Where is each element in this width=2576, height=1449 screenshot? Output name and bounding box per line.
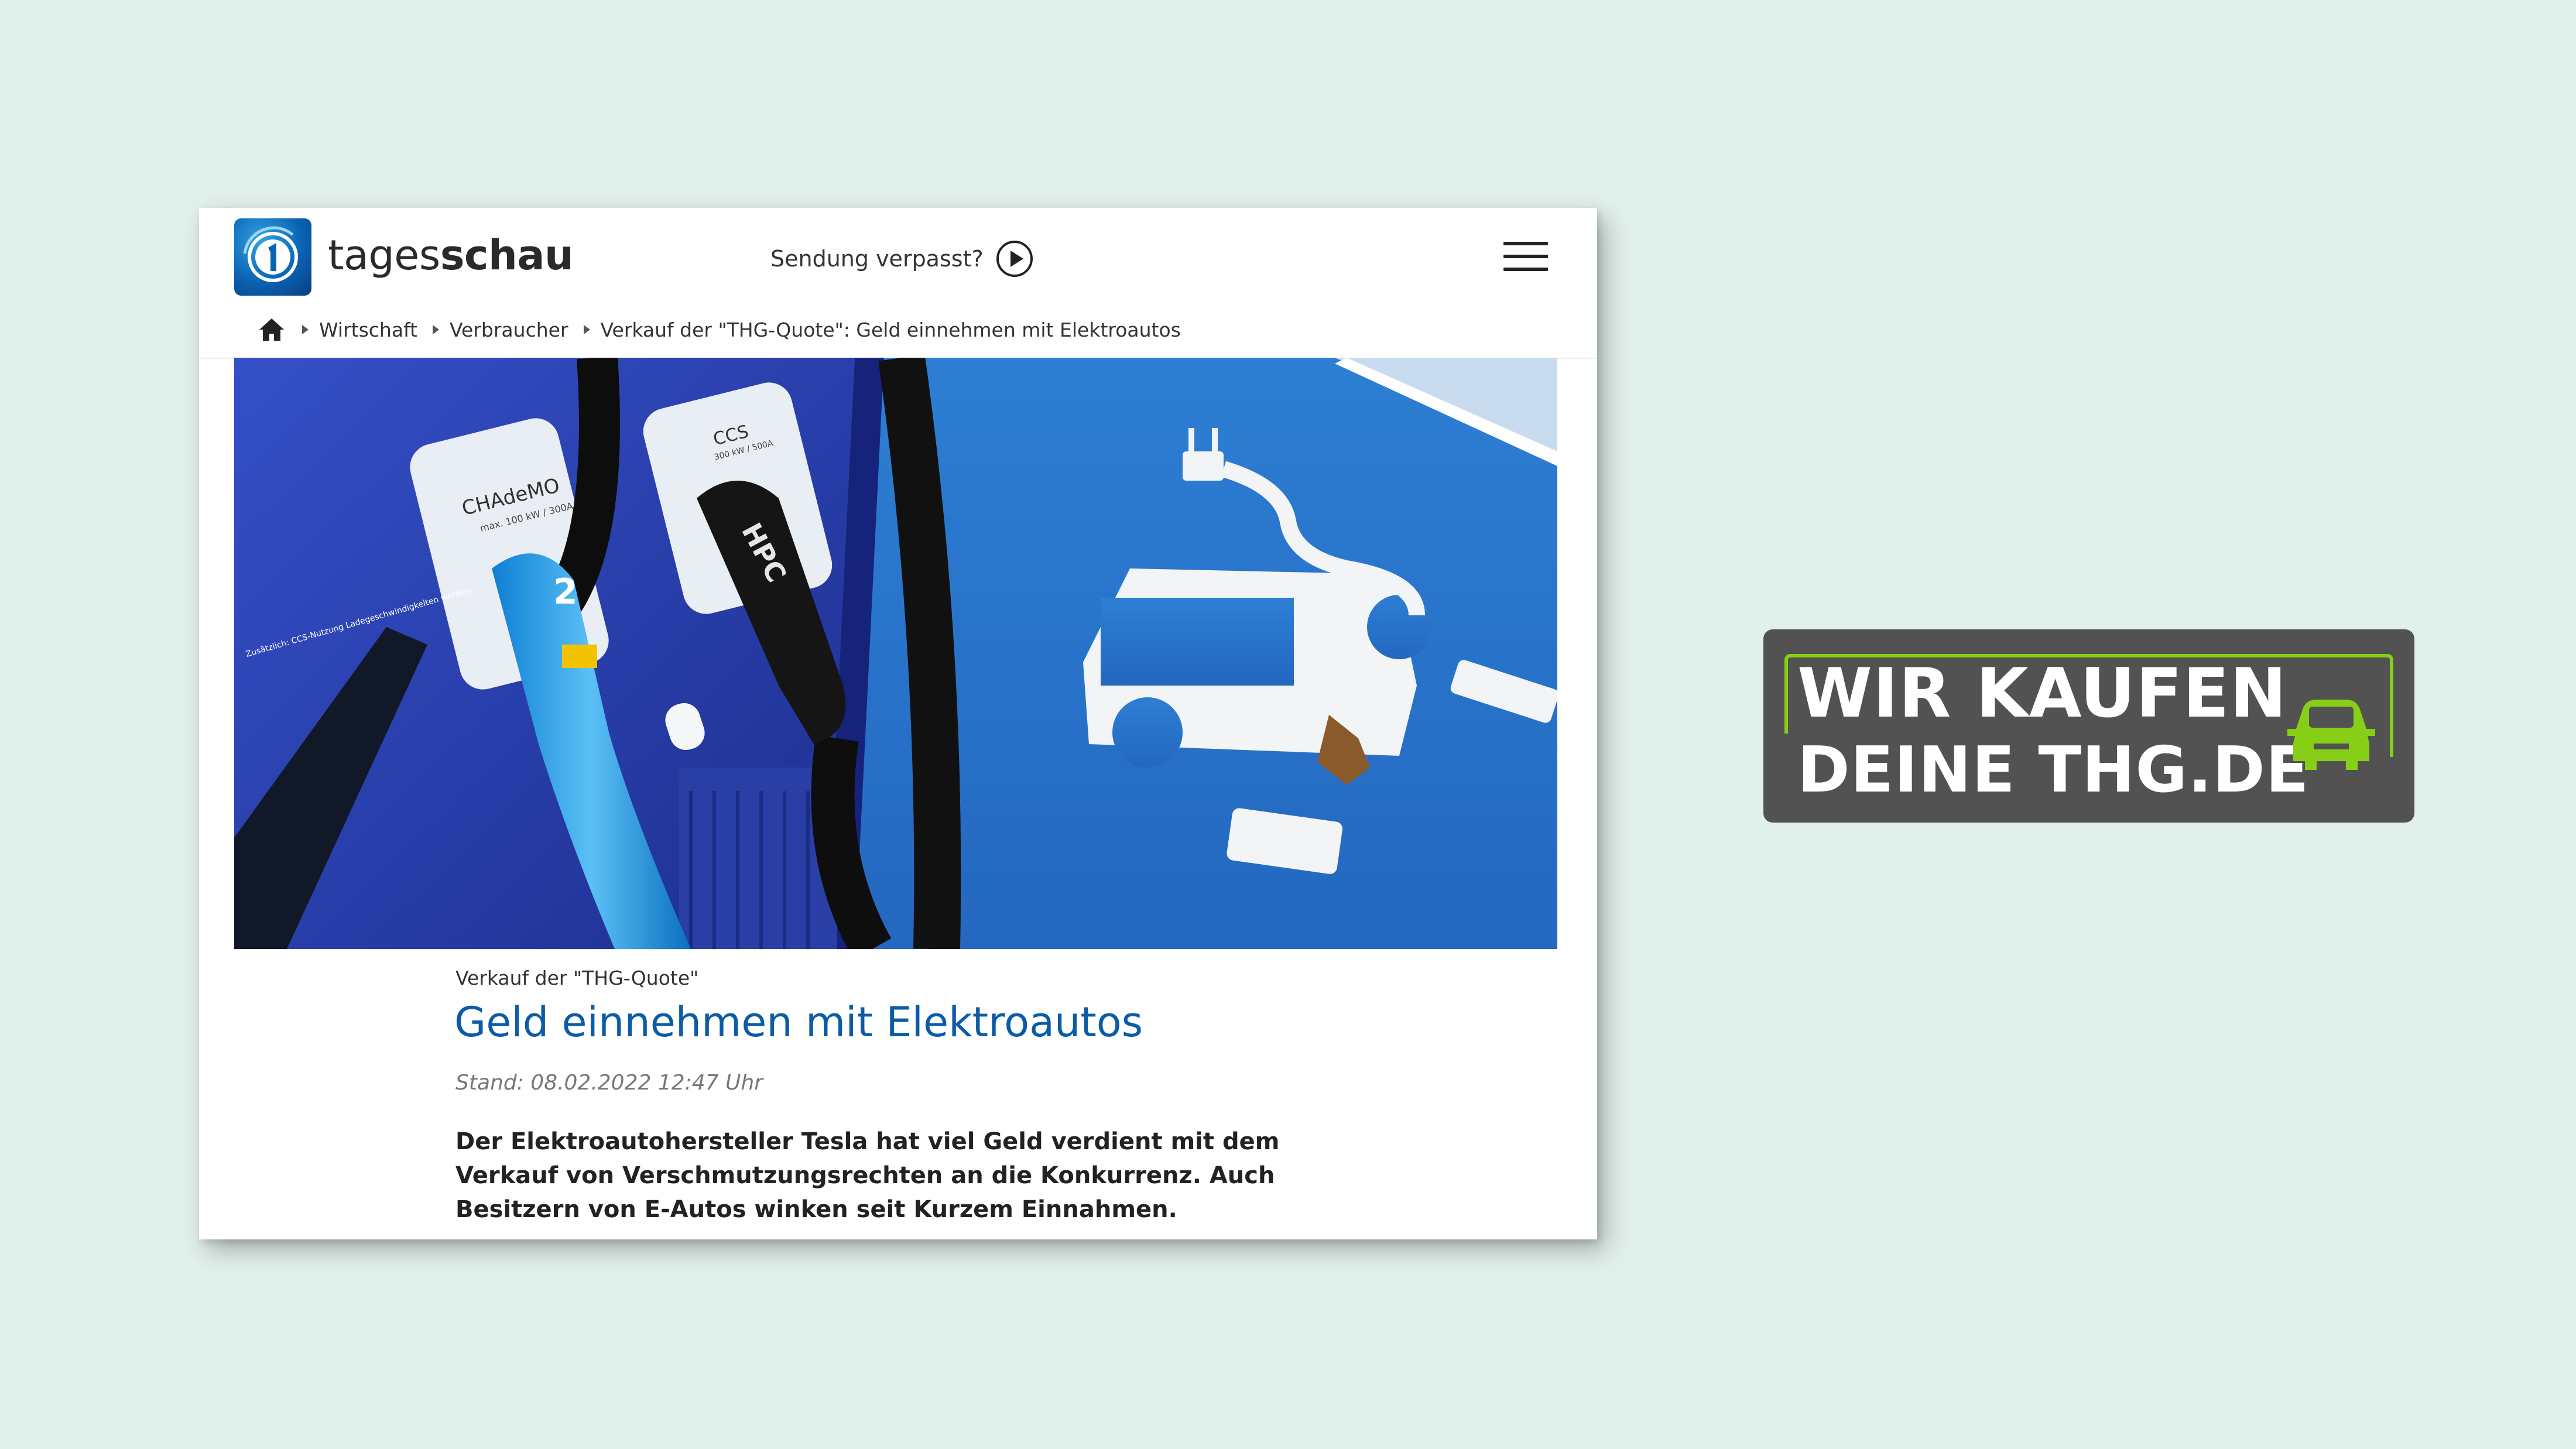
ard-one-logo-icon[interactable] (234, 218, 311, 296)
promo-line-1: WIR KAUFEN (1797, 654, 2287, 733)
article-card: tagesschau Sendung verpasst? Wirtschaft … (199, 208, 1597, 1239)
article-photo: CHAdeMO max. 100 kW / 300A CCS 300 kW / … (234, 358, 1557, 949)
play-circle-icon (996, 241, 1033, 277)
missed-show-link[interactable]: Sendung verpasst? (770, 241, 1033, 277)
home-icon[interactable] (258, 317, 286, 342)
article-kicker: Verkauf der "THG-Quote" (455, 967, 699, 989)
article-headline[interactable]: Geld einnehmen mit Elektroautos (454, 998, 1143, 1046)
breadcrumb-label: Wirtschaft (319, 318, 418, 341)
site-header: tagesschau Sendung verpasst? Wirtschaft … (199, 208, 1597, 359)
hamburger-menu-icon[interactable] (1503, 242, 1548, 272)
breadcrumb-label: Verbraucher (450, 318, 568, 341)
car-icon (2287, 700, 2375, 770)
article-lead: Der Elektroautohersteller Tesla hat viel… (455, 1128, 1280, 1223)
missed-show-label: Sendung verpasst? (770, 246, 984, 272)
brand-logo[interactable]: tagesschau (328, 231, 574, 279)
promo-line-2: DEINE THG.DE (1797, 734, 2310, 807)
brand-bold-text: schau (440, 231, 574, 279)
breadcrumb-item-wirtschaft[interactable]: Wirtschaft (302, 318, 417, 341)
brand-light-text: tages (328, 231, 440, 279)
breadcrumb-label: Verkauf der "THG-Quote": Geld einnehmen … (600, 318, 1181, 341)
breadcrumb: Wirtschaft Verbraucher Verkauf der "THG-… (258, 317, 1196, 342)
promo-badge[interactable]: WIR KAUFEN DEINE THG.DE (1763, 629, 2414, 823)
breadcrumb-item-article[interactable]: Verkauf der "THG-Quote": Geld einnehmen … (583, 318, 1181, 341)
charging-station-illustration: CHAdeMO max. 100 kW / 300A CCS 300 kW / … (234, 358, 1557, 949)
breadcrumb-item-verbraucher[interactable]: Verbraucher (433, 318, 568, 341)
article-timestamp: Stand: 08.02.2022 12:47 Uhr (455, 1071, 763, 1095)
connector-number: 2 (553, 571, 578, 612)
